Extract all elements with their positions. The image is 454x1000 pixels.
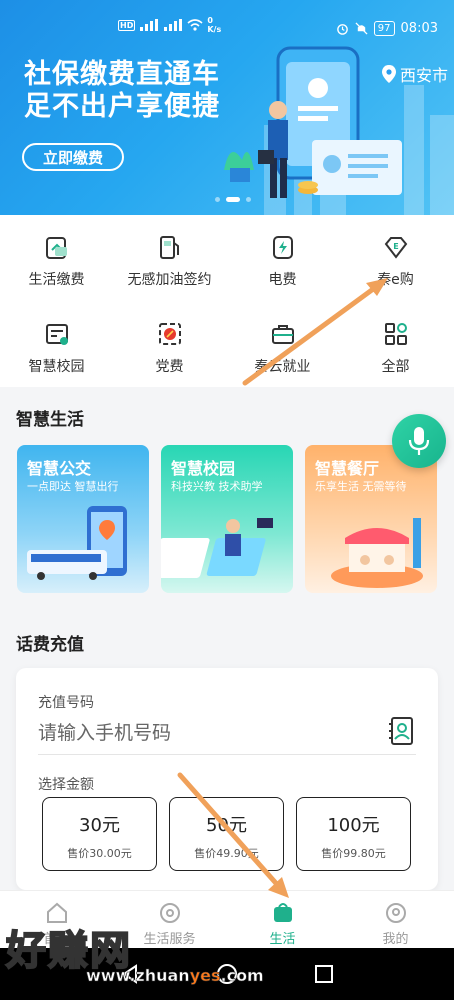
amount-value: 100元 xyxy=(327,815,380,836)
compass-icon xyxy=(159,903,180,923)
network-speed-unit: K/s xyxy=(207,25,222,34)
card-smart-campus[interactable]: 智慧校园 科技兴教 技术助学 xyxy=(161,445,293,593)
service-label: 智慧校园 xyxy=(28,359,85,375)
service-all[interactable]: 全部 xyxy=(339,320,452,376)
phone-number-input[interactable] xyxy=(38,718,368,748)
service-smart-campus[interactable]: 智慧校园 xyxy=(0,320,113,376)
amount-option-30[interactable]: 30元 售价30.00元 xyxy=(42,797,157,871)
service-fuel-signup[interactable]: 无感加油签约 xyxy=(113,233,226,289)
card-title: 智慧校园 xyxy=(171,459,236,478)
microphone-icon xyxy=(408,427,430,455)
restaurant-illustration xyxy=(331,518,423,588)
diamond-tag-icon: E xyxy=(384,237,407,259)
tab-label: 生活 xyxy=(269,932,296,947)
briefcase-icon xyxy=(271,325,294,344)
pay-now-button[interactable]: 立即缴费 xyxy=(22,143,124,171)
card-smart-bus[interactable]: 智慧公交 一点即达 智慧出行 xyxy=(17,445,149,593)
status-bar: HD 0 K/s 97 08:03 xyxy=(0,0,454,42)
amount-price: 售价30.00元 xyxy=(67,847,132,860)
service-label: 党费 xyxy=(155,359,184,375)
card-title: 智慧餐厅 xyxy=(315,459,380,478)
service-label: 秦云就业 xyxy=(254,359,311,375)
signal-icon xyxy=(140,19,159,31)
service-qinyun-jobs[interactable]: 秦云就业 xyxy=(226,320,339,376)
recharge-section-title: 话费充值 xyxy=(16,635,84,655)
recents-icon[interactable] xyxy=(314,964,334,984)
watermark-url: www.zhuanyes.com xyxy=(86,966,264,986)
banner-illustration xyxy=(224,46,402,198)
hd-icon: HD xyxy=(118,19,136,31)
smart-life-title: 智慧生活 xyxy=(16,410,84,430)
watermark-url-prefix: www.zhuan xyxy=(86,966,190,986)
wifi-icon xyxy=(187,19,203,31)
electricity-icon xyxy=(272,236,293,259)
divider xyxy=(38,754,416,755)
alarm-icon xyxy=(336,24,348,35)
phone-number-label: 充值号码 xyxy=(38,695,94,711)
contacts-icon[interactable] xyxy=(388,716,416,746)
service-label: 生活缴费 xyxy=(28,272,85,288)
tab-life[interactable]: 生活 xyxy=(226,891,339,949)
service-qin-e-shop[interactable]: E 秦e购 xyxy=(339,233,452,289)
signal-indicators: HD 0 K/s xyxy=(118,16,221,34)
tab-mine[interactable]: 我的 xyxy=(339,891,452,949)
service-life-payment[interactable]: 生活缴费 xyxy=(0,233,113,289)
campus-card-icon xyxy=(45,324,68,345)
page-dot xyxy=(215,197,220,202)
amount-price: 售价99.80元 xyxy=(321,847,386,860)
amount-option-100[interactable]: 100元 售价99.80元 xyxy=(296,797,411,871)
amount-value: 30元 xyxy=(79,815,120,836)
promo-banner[interactable]: HD 0 K/s 97 08:03 社保缴费直通车 足不出户享便捷 立即缴费 西安… xyxy=(0,0,454,215)
bus-illustration xyxy=(27,506,127,580)
network-speed-value: 0 xyxy=(207,16,213,25)
signal-icon-2 xyxy=(164,19,183,31)
amount-value: 50元 xyxy=(206,815,247,836)
card-subtitle: 科技兴教 技术助学 xyxy=(171,480,263,493)
mute-icon xyxy=(355,22,368,35)
service-label: 秦e购 xyxy=(377,272,414,288)
service-electricity[interactable]: 电费 xyxy=(226,233,339,289)
amount-label: 选择金额 xyxy=(38,777,94,793)
amount-price: 售价49.90元 xyxy=(194,847,259,860)
party-emblem-icon xyxy=(158,323,181,345)
life-icon xyxy=(273,903,292,922)
page-dot-active xyxy=(226,197,240,202)
amount-option-50[interactable]: 50元 售价49.90元 xyxy=(169,797,284,871)
card-subtitle: 一点即达 智慧出行 xyxy=(27,480,119,493)
clock: 08:03 xyxy=(400,21,438,36)
card-title: 智慧公交 xyxy=(27,459,92,478)
banner-title-line2: 足不出户享便捷 xyxy=(24,91,220,122)
service-label: 无感加油签约 xyxy=(127,272,212,288)
user-icon xyxy=(385,903,406,923)
campus-illustration xyxy=(161,518,273,578)
quick-services-grid: 生活缴费 无感加油签约 电费 E 秦e购 智慧校园 党费 秦云就业 全部 xyxy=(0,215,454,387)
watermark-url-suffix: .com xyxy=(220,966,264,986)
tab-label: 生活服务 xyxy=(143,932,196,947)
card-subtitle: 乐享生活 无需等待 xyxy=(315,480,407,493)
network-speed: 0 K/s xyxy=(207,16,221,34)
page-dot xyxy=(246,197,251,202)
service-party-fee[interactable]: 党费 xyxy=(113,320,226,376)
recharge-card: 充值号码 选择金额 30元 售价30.00元 50元 售价49.90元 100元… xyxy=(16,668,438,890)
watermark-url-highlight: yes xyxy=(189,966,221,986)
service-label: 电费 xyxy=(268,272,297,288)
svg-text:E: E xyxy=(393,242,398,251)
voice-assistant-button[interactable] xyxy=(392,414,446,468)
banner-pagination xyxy=(215,197,251,202)
battery-indicator: 97 xyxy=(373,21,395,36)
bill-icon xyxy=(45,237,67,259)
service-label: 全部 xyxy=(381,359,410,375)
grid-icon xyxy=(384,323,407,345)
tab-label: 我的 xyxy=(382,932,409,947)
fuel-pump-icon xyxy=(159,236,179,259)
